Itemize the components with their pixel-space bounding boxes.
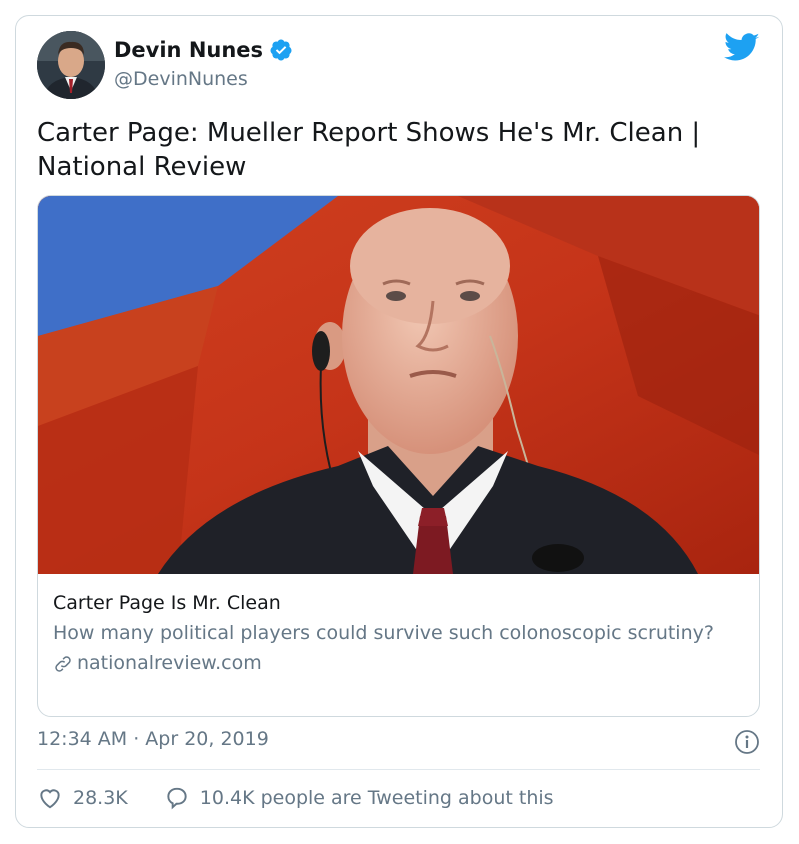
tweet-text: Carter Page: Mueller Report Shows He's M… <box>37 118 701 182</box>
info-icon[interactable] <box>734 729 760 755</box>
verified-badge-icon <box>270 39 292 61</box>
twitter-bird-icon[interactable] <box>724 33 760 63</box>
heart-icon <box>40 789 60 809</box>
tweet-timestamp[interactable]: 12:34 AM · Apr 20, 2019 <box>37 728 269 750</box>
link-description: How many political players could survive… <box>53 622 714 644</box>
link-domain[interactable]: nationalreview.com <box>53 650 743 677</box>
author-avatar[interactable] <box>37 31 105 99</box>
author-handle[interactable]: @DevinNunes <box>114 68 248 90</box>
action-divider <box>37 769 760 770</box>
link-icon <box>55 655 71 672</box>
conversation-text: 10.4K people are Tweeting about this <box>199 787 554 809</box>
link-preview-image[interactable] <box>38 196 759 574</box>
like-action[interactable]: 28.3K <box>37 785 128 811</box>
like-count: 28.3K <box>73 787 128 809</box>
tweet-actions: 28.3K 10.4K people are Tweeting about th… <box>37 785 554 811</box>
author-name-text: Devin Nunes <box>114 38 264 62</box>
speech-bubble-icon <box>167 787 187 810</box>
author-name[interactable]: Devin Nunes <box>114 38 293 62</box>
link-domain-text: nationalreview.com <box>77 652 262 674</box>
link-title[interactable]: Carter Page Is Mr. Clean <box>53 590 743 616</box>
link-preview-card[interactable]: Carter Page Is Mr. Clean How many politi… <box>37 195 760 717</box>
link-preview-info[interactable]: Carter Page Is Mr. Clean How many politi… <box>53 590 743 677</box>
conversation-action[interactable]: 10.4K people are Tweeting about this <box>164 785 554 811</box>
